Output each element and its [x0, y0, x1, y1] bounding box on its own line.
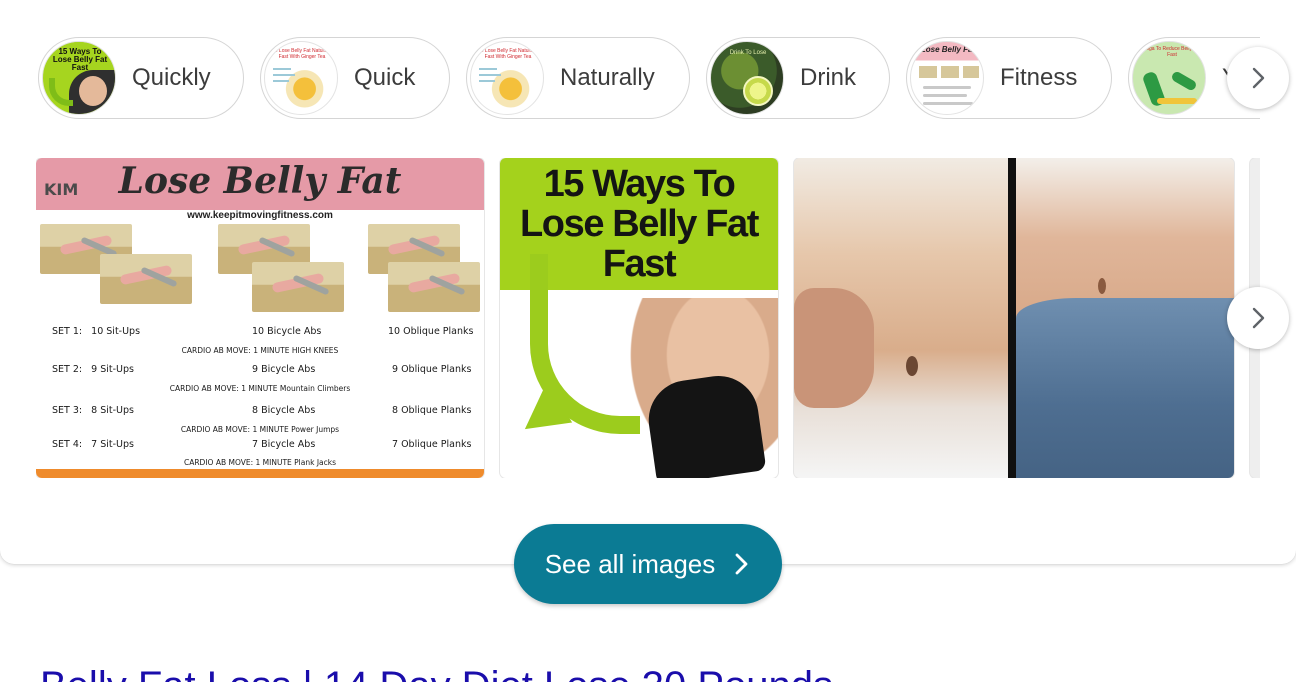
- set-item: 8 Oblique Planks: [392, 405, 472, 416]
- chip-quickly[interactable]: 15 Ways To Lose Belly Fat Fast Quickly: [38, 37, 244, 119]
- image-carousel: Lose Belly Fat KIM www.keepitmovingfitne…: [36, 158, 1260, 478]
- exercise-photo: [388, 262, 480, 312]
- navel: [1098, 278, 1106, 294]
- set-item: 10 Oblique Planks: [388, 326, 474, 337]
- set-label: SET 4:: [52, 439, 83, 450]
- chip-thumb-text: To Lose Belly Fat Naturally Fast With Gi…: [478, 48, 538, 60]
- kim-logo: KIM: [44, 180, 79, 199]
- set-label: SET 1:: [52, 326, 83, 337]
- images-next-button[interactable]: [1227, 287, 1289, 349]
- chip-thumb-text: 15 Ways To Lose Belly Fat Fast: [52, 47, 108, 72]
- chip-naturally[interactable]: To Lose Belly Fat Naturally Fast With Gi…: [466, 37, 690, 119]
- divider: [1008, 158, 1016, 478]
- chip-thumbnail: Drink To Lose: [710, 41, 784, 115]
- chip-fitness[interactable]: Lose Belly Fat Fitness: [906, 37, 1112, 119]
- chevron-right-icon: [733, 551, 751, 577]
- set-label: SET 2:: [52, 364, 83, 375]
- chip-label: Quick: [354, 64, 416, 91]
- set-item: 9 Sit-Ups: [91, 364, 134, 375]
- chevron-right-icon: [1252, 67, 1265, 89]
- image-result-15-ways[interactable]: 15 Ways To Lose Belly Fat Fast: [500, 158, 778, 478]
- cardio-line: CARDIO AB MOVE: 1 MINUTE Power Jumps: [180, 425, 340, 434]
- next-result-title-link[interactable]: Belly Fat Loss | 14 Day Diet Lose 30 Pou…: [40, 664, 833, 682]
- see-all-label: See all images: [544, 548, 716, 579]
- hand-photo: [794, 288, 874, 408]
- image-result-lose-belly-fat-chart[interactable]: Lose Belly Fat KIM www.keepitmovingfitne…: [36, 158, 484, 478]
- chip-thumb-text: Yoga To Reduce Belly Fat Fast: [1143, 46, 1201, 58]
- chip-thumbnail: To Lose Belly Fat Naturally Fast With Gi…: [264, 41, 338, 115]
- set-item: 9 Oblique Planks: [392, 364, 472, 375]
- chip-thumbnail: To Lose Belly Fat Naturally Fast With Gi…: [470, 41, 544, 115]
- chip-drink[interactable]: Drink To Lose Drink: [706, 37, 890, 119]
- exercise-photo: [252, 262, 344, 312]
- chip-thumb-text: Lose Belly Fat: [920, 45, 976, 54]
- title-line: Lose Belly Fat: [519, 203, 759, 245]
- image-url-text: www.keepitmovingfitness.com: [187, 210, 333, 221]
- set-item: 9 Bicycle Abs: [252, 364, 316, 375]
- image-title: Lose Belly Fat: [118, 160, 402, 202]
- set-item: 7 Bicycle Abs: [252, 439, 316, 450]
- chip-label: Naturally: [560, 64, 655, 91]
- set-item: 7 Sit-Ups: [91, 439, 134, 450]
- chip-label: Drink: [800, 64, 857, 91]
- cardio-line: CARDIO AB MOVE: 1 MINUTE Mountain Climbe…: [169, 384, 351, 393]
- cardio-line: CARDIO AB MOVE: 1 MINUTE HIGH KNEES: [181, 346, 339, 355]
- chip-thumb-text: Drink To Lose: [729, 50, 767, 56]
- lemon-image: [743, 76, 773, 106]
- navel: [906, 356, 918, 376]
- set-item: 10 Sit-Ups: [91, 326, 141, 337]
- related-searches-chips: 15 Ways To Lose Belly Fat Fast Quickly T…: [36, 36, 1260, 122]
- chip-thumbnail: Yoga To Reduce Belly Fat Fast: [1132, 41, 1206, 115]
- search-results-page: 15 Ways To Lose Belly Fat Fast Quickly T…: [0, 0, 1296, 682]
- chip-thumbnail: Lose Belly Fat: [910, 41, 984, 115]
- set-item: 8 Bicycle Abs: [252, 405, 316, 416]
- chip-thumbnail: 15 Ways To Lose Belly Fat Fast: [42, 41, 116, 115]
- title-line: 15 Ways To: [543, 163, 736, 205]
- chevron-right-icon: [1252, 307, 1265, 329]
- chart-footer-bar: [36, 469, 484, 478]
- chip-thumb-text: To Lose Belly Fat Naturally Fast With Gi…: [272, 48, 332, 60]
- set-label: SET 3:: [52, 405, 83, 416]
- set-item: 10 Bicycle Abs: [252, 326, 322, 337]
- set-item: 7 Oblique Planks: [392, 439, 472, 450]
- chip-label: Quickly: [132, 64, 211, 91]
- jeans: [1016, 298, 1234, 478]
- cardio-line: CARDIO AB MOVE: 1 MINUTE Plank Jacks: [183, 458, 337, 467]
- chip-label: Fitness: [1000, 64, 1078, 91]
- chip-quick[interactable]: To Lose Belly Fat Naturally Fast With Gi…: [260, 37, 450, 119]
- see-all-images-button[interactable]: See all images: [514, 524, 782, 604]
- chips-next-button[interactable]: [1227, 47, 1289, 109]
- exercise-photo: [100, 254, 192, 304]
- image-result-belly-comparison[interactable]: [794, 158, 1234, 478]
- set-item: 8 Sit-Ups: [91, 405, 134, 416]
